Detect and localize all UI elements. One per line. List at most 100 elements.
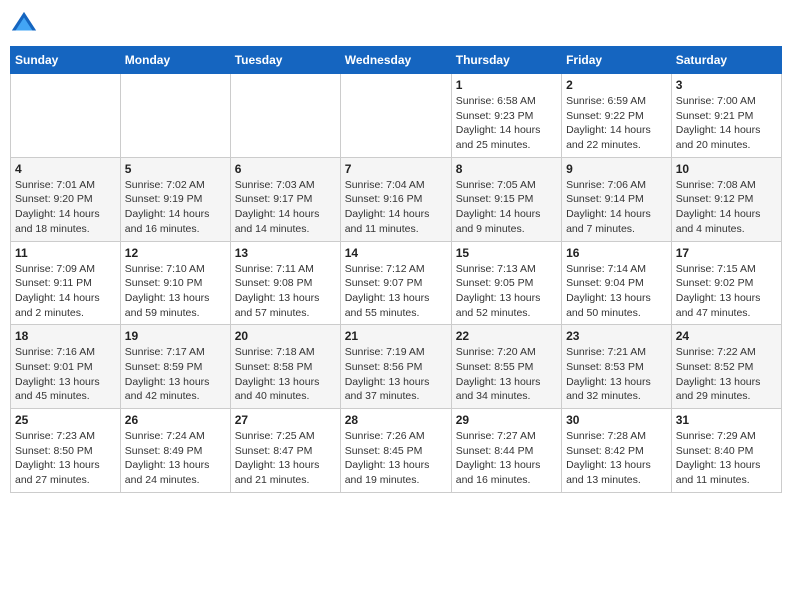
calendar-cell: 3 Sunrise: 7:00 AMSunset: 9:21 PMDaylight… — [671, 74, 781, 158]
day-info: Sunrise: 7:28 AMSunset: 8:42 PMDaylight:… — [566, 429, 667, 488]
calendar-cell: 30 Sunrise: 7:28 AMSunset: 8:42 PMDayligh… — [562, 409, 672, 493]
day-number: 10 — [676, 162, 777, 176]
day-info: Sunrise: 7:11 AMSunset: 9:08 PMDaylight:… — [235, 262, 336, 321]
day-info: Sunrise: 7:18 AMSunset: 8:58 PMDaylight:… — [235, 345, 336, 404]
day-info: Sunrise: 7:25 AMSunset: 8:47 PMDaylight:… — [235, 429, 336, 488]
logo-icon — [10, 10, 38, 38]
day-number: 29 — [456, 413, 557, 427]
calendar-cell: 2Sunrise: 6:59 AMSunset: 9:22 PMDaylight… — [562, 74, 672, 158]
calendar-cell: 12Sunrise: 7:10 AMSunset: 9:10 PMDayligh… — [120, 241, 230, 325]
calendar-cell: 17 Sunrise: 7:15 AMSunset: 9:02 PMDayligh… — [671, 241, 781, 325]
day-number: 11 — [15, 246, 116, 260]
calendar-week-row: 4 Sunrise: 7:01 AMSunset: 9:20 PMDaylight… — [11, 157, 782, 241]
calendar-cell: 5 Sunrise: 7:02 AMSunset: 9:19 PMDaylight… — [120, 157, 230, 241]
day-info: Sunrise: 7:01 AMSunset: 9:20 PMDaylight:… — [15, 178, 116, 237]
day-info: Sunrise: 6:58 AMSunset: 9:23 PMDaylight:… — [456, 94, 557, 153]
calendar-cell: 11 Sunrise: 7:09 AMSunset: 9:11 PMDayligh… — [11, 241, 121, 325]
calendar-week-row: 1 Sunrise: 6:58 AMSunset: 9:23 PMDaylight… — [11, 74, 782, 158]
day-number: 21 — [345, 329, 447, 343]
day-number: 7 — [345, 162, 447, 176]
day-number: 13 — [235, 246, 336, 260]
day-number: 9 — [566, 162, 667, 176]
calendar-cell: 19 Sunrise: 7:17 AMSunset: 8:59 PMDayligh… — [120, 325, 230, 409]
day-number: 18 — [15, 329, 116, 343]
header-friday: Friday — [562, 47, 672, 74]
calendar-week-row: 18 Sunrise: 7:16 AMSunset: 9:01 PMDayligh… — [11, 325, 782, 409]
header-tuesday: Tuesday — [230, 47, 340, 74]
calendar-cell: 24 Sunrise: 7:22 AMSunset: 8:52 PMDayligh… — [671, 325, 781, 409]
day-number: 3 — [676, 78, 777, 92]
day-number: 2 — [566, 78, 667, 92]
day-number: 27 — [235, 413, 336, 427]
calendar-cell: 18 Sunrise: 7:16 AMSunset: 9:01 PMDayligh… — [11, 325, 121, 409]
calendar-cell: 16 Sunrise: 7:14 AMSunset: 9:04 PMDayligh… — [562, 241, 672, 325]
calendar-cell: 9 Sunrise: 7:06 AMSunset: 9:14 PMDaylight… — [562, 157, 672, 241]
day-info: Sunrise: 7:23 AMSunset: 8:50 PMDaylight:… — [15, 429, 116, 488]
day-info: Sunrise: 7:00 AMSunset: 9:21 PMDaylight:… — [676, 94, 777, 153]
calendar-cell: 26Sunrise: 7:24 AMSunset: 8:49 PMDayligh… — [120, 409, 230, 493]
day-info: Sunrise: 7:21 AMSunset: 8:53 PMDaylight:… — [566, 345, 667, 404]
day-info: Sunrise: 7:14 AMSunset: 9:04 PMDaylight:… — [566, 262, 667, 321]
day-number: 23 — [566, 329, 667, 343]
day-info: Sunrise: 7:22 AMSunset: 8:52 PMDaylight:… — [676, 345, 777, 404]
day-info: Sunrise: 7:16 AMSunset: 9:01 PMDaylight:… — [15, 345, 116, 404]
day-info: Sunrise: 7:29 AMSunset: 8:40 PMDaylight:… — [676, 429, 777, 488]
calendar-cell: 22 Sunrise: 7:20 AMSunset: 8:55 PMDayligh… — [451, 325, 561, 409]
calendar-cell: 21 Sunrise: 7:19 AMSunset: 8:56 PMDayligh… — [340, 325, 451, 409]
header-thursday: Thursday — [451, 47, 561, 74]
header-sunday: Sunday — [11, 47, 121, 74]
calendar-cell — [11, 74, 121, 158]
calendar-cell: 1 Sunrise: 6:58 AMSunset: 9:23 PMDaylight… — [451, 74, 561, 158]
day-info: Sunrise: 7:17 AMSunset: 8:59 PMDaylight:… — [125, 345, 226, 404]
calendar-cell: 27 Sunrise: 7:25 AMSunset: 8:47 PMDayligh… — [230, 409, 340, 493]
calendar-cell: 28 Sunrise: 7:26 AMSunset: 8:45 PMDayligh… — [340, 409, 451, 493]
day-info: Sunrise: 7:02 AMSunset: 9:19 PMDaylight:… — [125, 178, 226, 237]
day-number: 14 — [345, 246, 447, 260]
header-saturday: Saturday — [671, 47, 781, 74]
calendar-cell — [340, 74, 451, 158]
day-number: 28 — [345, 413, 447, 427]
calendar-cell: 14 Sunrise: 7:12 AMSunset: 9:07 PMDayligh… — [340, 241, 451, 325]
day-number: 6 — [235, 162, 336, 176]
calendar-cell: 29 Sunrise: 7:27 AMSunset: 8:44 PMDayligh… — [451, 409, 561, 493]
day-number: 24 — [676, 329, 777, 343]
day-info: Sunrise: 7:04 AMSunset: 9:16 PMDaylight:… — [345, 178, 447, 237]
logo — [10, 10, 42, 38]
day-info: Sunrise: 7:15 AMSunset: 9:02 PMDaylight:… — [676, 262, 777, 321]
day-number: 20 — [235, 329, 336, 343]
day-number: 1 — [456, 78, 557, 92]
day-number: 19 — [125, 329, 226, 343]
day-number: 8 — [456, 162, 557, 176]
day-number: 22 — [456, 329, 557, 343]
day-number: 30 — [566, 413, 667, 427]
day-info: Sunrise: 7:06 AMSunset: 9:14 PMDaylight:… — [566, 178, 667, 237]
day-number: 31 — [676, 413, 777, 427]
day-info: Sunrise: 7:20 AMSunset: 8:55 PMDaylight:… — [456, 345, 557, 404]
calendar: SundayMondayTuesdayWednesdayThursdayFrid… — [10, 46, 782, 493]
calendar-cell: 31 Sunrise: 7:29 AMSunset: 8:40 PMDayligh… — [671, 409, 781, 493]
calendar-cell: 20 Sunrise: 7:18 AMSunset: 8:58 PMDayligh… — [230, 325, 340, 409]
day-info: Sunrise: 7:26 AMSunset: 8:45 PMDaylight:… — [345, 429, 447, 488]
calendar-cell: 10 Sunrise: 7:08 AMSunset: 9:12 PMDayligh… — [671, 157, 781, 241]
day-info: Sunrise: 7:08 AMSunset: 9:12 PMDaylight:… — [676, 178, 777, 237]
day-number: 15 — [456, 246, 557, 260]
header-wednesday: Wednesday — [340, 47, 451, 74]
calendar-cell: 8Sunrise: 7:05 AMSunset: 9:15 PMDaylight… — [451, 157, 561, 241]
day-number: 5 — [125, 162, 226, 176]
day-info: Sunrise: 7:27 AMSunset: 8:44 PMDaylight:… — [456, 429, 557, 488]
calendar-cell: 25 Sunrise: 7:23 AMSunset: 8:50 PMDayligh… — [11, 409, 121, 493]
day-number: 16 — [566, 246, 667, 260]
calendar-header-row: SundayMondayTuesdayWednesdayThursdayFrid… — [11, 47, 782, 74]
day-number: 4 — [15, 162, 116, 176]
day-info: Sunrise: 7:09 AMSunset: 9:11 PMDaylight:… — [15, 262, 116, 321]
day-number: 17 — [676, 246, 777, 260]
calendar-cell: 13 Sunrise: 7:11 AMSunset: 9:08 PMDayligh… — [230, 241, 340, 325]
calendar-cell: 6Sunrise: 7:03 AMSunset: 9:17 PMDaylight… — [230, 157, 340, 241]
day-number: 25 — [15, 413, 116, 427]
calendar-week-row: 25 Sunrise: 7:23 AMSunset: 8:50 PMDayligh… — [11, 409, 782, 493]
calendar-cell — [230, 74, 340, 158]
day-info: Sunrise: 7:19 AMSunset: 8:56 PMDaylight:… — [345, 345, 447, 404]
header-monday: Monday — [120, 47, 230, 74]
day-number: 12 — [125, 246, 226, 260]
day-info: Sunrise: 7:12 AMSunset: 9:07 PMDaylight:… — [345, 262, 447, 321]
